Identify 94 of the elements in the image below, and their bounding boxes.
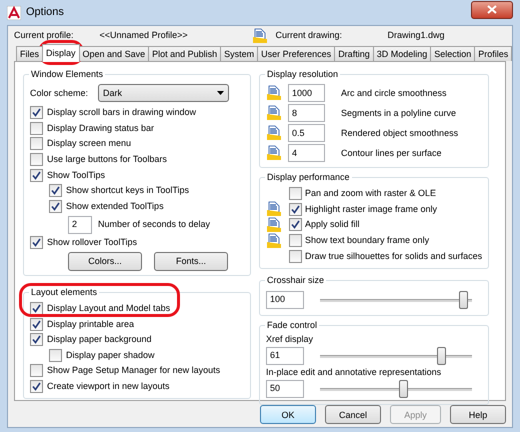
field-label: Arc and circle smoothness <box>341 88 447 98</box>
close-button[interactable] <box>471 0 513 18</box>
tab[interactable]: 3D Modeling <box>372 46 432 61</box>
checkbox-label[interactable]: Show ToolTips <box>47 170 106 181</box>
annotation-outline <box>38 40 84 65</box>
number-field[interactable]: 2 <box>68 216 92 234</box>
profile-name: <<Unnamed Profile>> <box>100 30 189 41</box>
checkbox-label[interactable]: Show text boundary frame only <box>305 235 430 246</box>
app-logo-icon <box>7 6 21 20</box>
tab[interactable]: Open and Save <box>78 46 150 61</box>
checkbox[interactable] <box>289 187 302 200</box>
checkbox[interactable] <box>289 202 302 216</box>
checkbox[interactable] <box>30 364 43 378</box>
checkbox[interactable] <box>30 302 43 316</box>
field-label: In-place edit and annotative representations <box>266 366 442 378</box>
checkbox-label[interactable]: Show shortcut keys in ToolTips <box>66 185 190 196</box>
checkbox[interactable] <box>30 236 43 250</box>
drawing-file-icon <box>252 28 268 44</box>
checkbox-label[interactable]: Draw true silhouettes for solids and surfaces <box>305 250 482 262</box>
group-title: Fade control <box>265 320 320 331</box>
checkbox[interactable] <box>289 218 302 232</box>
group-title: Display resolution <box>265 69 340 80</box>
number-field[interactable]: 100 <box>266 290 304 309</box>
drawing-file-icon <box>266 125 282 141</box>
tab[interactable]: Selection <box>430 46 476 61</box>
group-title: Layout elements <box>29 286 100 298</box>
close-icon <box>487 5 497 14</box>
tab[interactable]: Files <box>16 46 44 61</box>
drawing-file-icon <box>266 105 282 121</box>
checkbox[interactable] <box>30 168 43 182</box>
drawing-name: Drawing1.dwg <box>388 30 445 41</box>
checkbox[interactable] <box>49 348 62 362</box>
push-button[interactable]: Fonts... <box>154 252 228 271</box>
checkbox[interactable] <box>30 106 43 120</box>
dialog-button[interactable]: OK <box>260 405 316 424</box>
checkbox[interactable] <box>30 318 43 331</box>
checkbox-label[interactable]: Show Page Setup Manager for new layouts <box>47 365 220 376</box>
checkbox-label[interactable]: Display Drawing status bar <box>47 122 154 134</box>
tab[interactable]: Profiles <box>474 46 512 61</box>
color-scheme-dropdown[interactable]: Dark <box>98 84 229 102</box>
checkbox[interactable] <box>30 153 43 166</box>
field-label: Contour lines per surface <box>341 148 442 158</box>
drawing-file-icon <box>266 85 282 101</box>
checkbox-label[interactable]: Display scroll bars in drawing window <box>47 107 196 118</box>
drawing-file-icon <box>266 145 282 161</box>
checkbox-label[interactable]: Display Layout and Model tabs <box>47 303 170 314</box>
tab[interactable]: Display <box>42 44 80 62</box>
field-label: Current profile: <box>14 30 74 41</box>
checkbox[interactable] <box>30 380 43 394</box>
checkbox-label[interactable]: Use large buttons for Toolbars <box>47 154 167 166</box>
number-field[interactable]: 50 <box>266 380 304 398</box>
checkbox-label[interactable]: Display paper background <box>47 334 152 346</box>
tab[interactable]: System <box>220 46 258 61</box>
checkbox-label[interactable]: Highlight raster image frame only <box>305 204 438 215</box>
slider-thumb[interactable] <box>458 290 468 309</box>
field-label: Number of seconds to delay <box>98 219 210 230</box>
checkbox-label[interactable]: Show rollover ToolTips <box>47 237 138 248</box>
checkbox[interactable] <box>49 200 62 213</box>
field-label: Rendered object smoothness <box>341 128 458 138</box>
dialog-button[interactable]: Help <box>450 405 506 424</box>
push-button[interactable]: Colors... <box>68 252 142 271</box>
number-field[interactable]: 4 <box>288 144 325 162</box>
dialog-button[interactable]: Cancel <box>325 405 381 424</box>
window-title: Options <box>26 6 64 19</box>
checkbox[interactable] <box>30 122 43 135</box>
group-title: Crosshair size <box>265 274 326 286</box>
checkbox-label[interactable]: Display paper shadow <box>66 350 155 361</box>
tab[interactable]: Plot and Publish <box>148 46 222 61</box>
checkbox[interactable] <box>30 137 43 150</box>
checkbox-label[interactable]: Pan and zoom with raster & OLE <box>305 188 436 200</box>
caret-icon <box>217 91 224 95</box>
checkbox[interactable] <box>30 333 43 346</box>
field-label: Xref display <box>266 334 314 345</box>
field-label: Color scheme: <box>30 88 90 98</box>
checkbox-label[interactable]: Show extended ToolTips <box>66 200 164 212</box>
tab[interactable]: User Preferences <box>257 46 336 61</box>
field-label: Current drawing: <box>276 30 344 41</box>
checkbox-label[interactable]: Apply solid fill <box>305 219 360 230</box>
number-field[interactable]: 0.5 <box>288 124 325 142</box>
checkbox-label[interactable]: Create viewport in new layouts <box>47 381 170 392</box>
group-title: Window Elements <box>29 69 106 80</box>
number-field[interactable]: 61 <box>266 346 304 365</box>
group-title: Display performance <box>265 172 352 183</box>
number-field[interactable]: 8 <box>288 104 325 122</box>
checkbox-label[interactable]: Display printable area <box>47 318 134 330</box>
field-label: Segments in a polyline curve <box>341 108 456 118</box>
slider-thumb[interactable] <box>437 346 446 365</box>
checkbox[interactable] <box>289 234 302 248</box>
slider-thumb[interactable] <box>398 380 408 398</box>
checkbox[interactable] <box>49 184 62 198</box>
number-field[interactable]: 1000 <box>288 84 325 102</box>
checkbox[interactable] <box>289 250 302 263</box>
tab[interactable]: Drafting <box>334 46 374 61</box>
checkbox-label[interactable]: Display screen menu <box>47 138 132 150</box>
